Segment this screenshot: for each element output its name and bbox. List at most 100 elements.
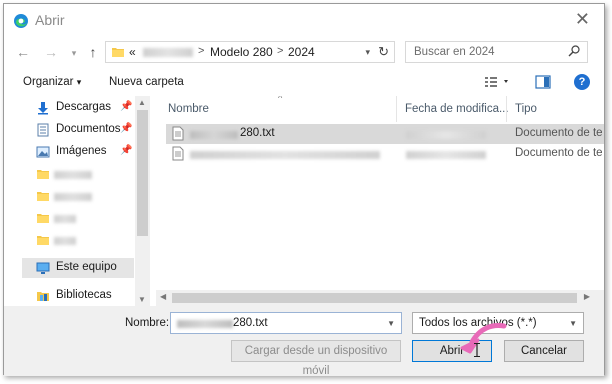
computer-icon xyxy=(36,262,50,274)
preview-pane-icon xyxy=(535,75,551,89)
file-list: ^ Nombre Fecha de modifica... Tipo 280.t… xyxy=(156,96,604,306)
text-file-icon xyxy=(172,126,184,141)
chevron-right-icon: > xyxy=(198,45,205,57)
nav-item-folder[interactable] xyxy=(4,230,134,250)
organize-button[interactable]: Organizar ▾ xyxy=(23,76,81,88)
text-cursor-icon xyxy=(474,343,480,357)
search-placeholder: Buscar en 2024 xyxy=(414,46,495,58)
nav-item-descargas[interactable]: Descargas 📌 xyxy=(4,98,134,118)
help-icon[interactable]: ? xyxy=(574,74,590,90)
nav-item-label: Descargas xyxy=(56,101,111,113)
sort-ascending-icon: ^ xyxy=(278,96,283,103)
redacted-date xyxy=(406,151,486,159)
pin-icon[interactable]: 📌 xyxy=(120,145,132,156)
scroll-right-icon[interactable]: ▶ xyxy=(584,292,590,301)
organize-label: Organizar xyxy=(23,76,74,88)
nav-item-documentos[interactable]: Documentos 📌 xyxy=(4,120,134,140)
redacted-label xyxy=(54,237,76,245)
column-label: Tipo xyxy=(515,103,537,115)
chevron-down-icon[interactable]: ▼ xyxy=(387,319,395,328)
file-row[interactable]: Documento de te xyxy=(166,144,604,164)
filename-value: 280.txt xyxy=(233,317,268,329)
window-title: Abrir xyxy=(35,12,65,28)
filename-label: Nombre: xyxy=(125,317,170,329)
open-file-dialog: Abrir ✕ ← → ▾ ↑ « > Modelo 280 > 2024 ▾ … xyxy=(3,3,605,377)
column-header-date[interactable]: Fecha de modifica... xyxy=(397,96,509,122)
filename-field[interactable]: 280.txt ▼ xyxy=(170,312,402,334)
command-bar: Organizar ▾ Nueva carpeta ? xyxy=(4,68,604,96)
pin-icon[interactable]: 📌 xyxy=(120,123,132,134)
folder-icon xyxy=(112,48,124,57)
preview-pane-button[interactable] xyxy=(535,75,551,92)
nav-item-folder[interactable] xyxy=(4,164,134,184)
navigation-pane: Descargas 📌 Documentos 📌 Imágenes 📌 Este… xyxy=(4,96,156,306)
folder-icon xyxy=(37,192,49,201)
close-icon[interactable]: ✕ xyxy=(575,10,590,28)
redacted-label xyxy=(54,215,76,223)
nav-item-folder[interactable] xyxy=(4,186,134,206)
redacted-crumb xyxy=(143,48,193,57)
column-label: Nombre xyxy=(168,103,209,115)
file-list-scrollbar[interactable]: ◀ ▶ xyxy=(156,290,604,306)
crumb-modelo-280[interactable]: Modelo 280 xyxy=(210,45,273,59)
nav-item-este-equipo[interactable]: Este equipo xyxy=(22,258,134,278)
refresh-icon[interactable]: ↻ xyxy=(378,44,389,60)
folder-icon xyxy=(37,170,49,179)
nav-item-label: Imágenes xyxy=(56,145,107,157)
chevron-down-icon[interactable]: ▾ xyxy=(365,47,370,58)
chevron-down-icon: ▾ xyxy=(76,77,82,87)
column-label: Fecha de modifica... xyxy=(405,103,509,115)
up-arrow-icon[interactable]: ↑ xyxy=(85,43,101,61)
view-options-button[interactable] xyxy=(484,75,512,92)
redacted-filename xyxy=(177,320,233,328)
column-header-name[interactable]: ^ Nombre xyxy=(156,96,396,122)
edge-icon xyxy=(14,14,28,28)
text-file-icon xyxy=(172,146,184,161)
scroll-up-icon[interactable]: ▲ xyxy=(138,98,146,107)
crumb-2024[interactable]: 2024 xyxy=(288,45,315,59)
back-arrow-icon[interactable]: ← xyxy=(15,43,31,61)
chevron-right-icon: > xyxy=(277,45,284,57)
redacted-label xyxy=(54,193,92,201)
list-view-icon xyxy=(485,77,508,87)
search-box[interactable]: Buscar en 2024 xyxy=(405,41,588,63)
scroll-down-icon[interactable]: ▼ xyxy=(138,295,146,304)
new-folder-button[interactable]: Nueva carpeta xyxy=(109,76,184,88)
folder-icon xyxy=(37,214,49,223)
recent-locations-chevron-icon[interactable]: ▾ xyxy=(66,44,82,62)
folder-icon xyxy=(37,236,49,245)
title-bar: Abrir ✕ xyxy=(4,4,604,36)
file-type: Documento de te xyxy=(515,147,603,159)
forward-arrow-icon[interactable]: → xyxy=(43,43,59,61)
nav-item-label: Este equipo xyxy=(56,261,117,273)
column-header-type[interactable]: Tipo xyxy=(507,96,604,122)
scroll-thumb[interactable] xyxy=(172,293,577,303)
nav-item-bibliotecas[interactable]: Bibliotecas xyxy=(4,286,134,306)
redacted-label xyxy=(54,171,92,179)
chevron-down-icon: ▼ xyxy=(569,319,577,328)
nav-pane-scrollbar[interactable]: ▲ ▼ xyxy=(135,96,150,306)
scroll-left-icon[interactable]: ◀ xyxy=(160,292,166,301)
nav-item-folder[interactable] xyxy=(4,208,134,228)
file-name: 280.txt xyxy=(240,127,275,139)
address-bar[interactable]: « > Modelo 280 > 2024 ▾ ↻ xyxy=(105,41,395,63)
search-icon xyxy=(568,45,580,57)
redacted-filename xyxy=(190,131,238,139)
images-icon xyxy=(36,146,50,158)
download-icon xyxy=(38,102,48,115)
redacted-filename xyxy=(190,151,380,159)
file-row[interactable]: 280.txt Documento de te xyxy=(166,124,604,144)
nav-item-imagenes[interactable]: Imágenes 📌 xyxy=(4,142,134,162)
cancel-button[interactable]: Cancelar xyxy=(504,340,584,362)
pin-icon[interactable]: 📌 xyxy=(120,101,132,112)
library-icon xyxy=(37,292,49,301)
dialog-footer: Nombre: 280.txt ▼ Todos los archivos (*.… xyxy=(4,306,604,377)
nav-item-label: Documentos xyxy=(56,123,121,135)
file-type: Documento de te xyxy=(515,127,603,139)
address-overflow[interactable]: « xyxy=(129,45,136,59)
load-from-mobile-button[interactable]: Cargar desde un dispositivo móvil xyxy=(231,340,401,377)
redacted-date xyxy=(406,131,486,139)
nav-item-label: Bibliotecas xyxy=(56,289,112,301)
scroll-thumb[interactable] xyxy=(137,110,148,236)
document-icon xyxy=(37,123,49,137)
